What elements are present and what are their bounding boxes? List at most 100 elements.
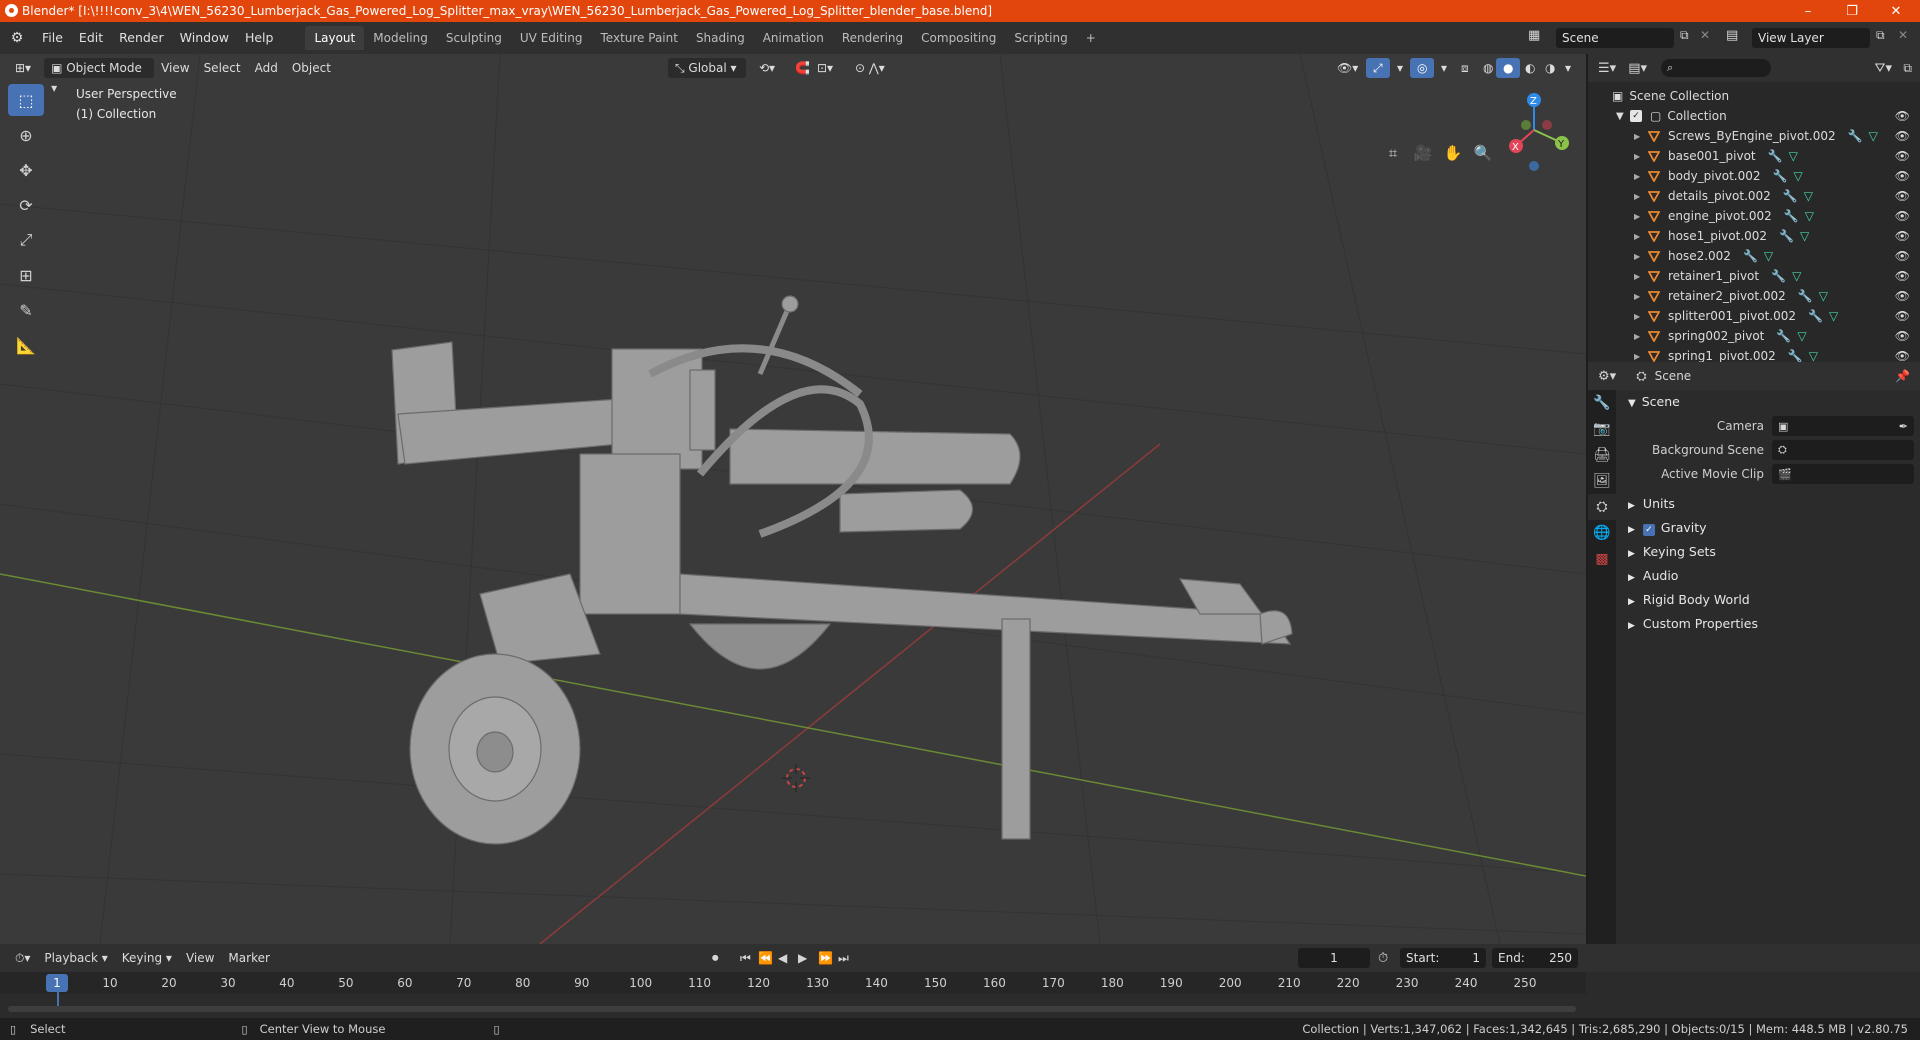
new-scene-icon[interactable]: ⧉ [1680, 28, 1689, 43]
menu-marker[interactable]: Marker [221, 948, 276, 968]
collapse-arrow-icon[interactable]: ▼ [1616, 111, 1630, 122]
output-tab-icon[interactable]: 🖨 [1588, 442, 1616, 468]
visibility-eye-icon[interactable]: 👁 [1895, 109, 1910, 123]
mode-selector[interactable]: ▣ Object Mode ▾ [44, 58, 155, 95]
expand-arrow-icon[interactable]: ▶ [1634, 192, 1648, 201]
subpanel-units[interactable]: ▶ Units [1620, 492, 1914, 516]
visibility-eye-icon[interactable]: 👁 [1895, 149, 1910, 163]
outliner-item[interactable]: ▶ splitter001_pivot.002 🔧 ▽ 👁 [1588, 306, 1920, 326]
outliner-item[interactable]: ▶ retainer1_pivot 🔧 ▽ 👁 [1588, 266, 1920, 286]
3d-viewport[interactable]: ⊞▾ ▣ Object Mode ▾ View Select Add Objec… [0, 54, 1586, 944]
mesh-data-icon[interactable]: ▽ [1789, 149, 1798, 163]
modifier-wrench-icon[interactable]: 🔧 [1798, 289, 1813, 303]
outliner-search-input[interactable]: ⌕ [1661, 59, 1771, 77]
visibility-eye-icon[interactable]: 👁 [1895, 169, 1910, 183]
visibility-eye-icon[interactable]: 👁 [1895, 349, 1910, 362]
select-box-tool-icon[interactable]: ⬚ [8, 84, 44, 116]
menu-edit[interactable]: Edit [71, 27, 111, 49]
prev-keyframe-button[interactable]: ⏪ [758, 951, 773, 965]
scene-selector[interactable]: Scene [1556, 28, 1674, 48]
visibility-eye-icon[interactable]: 👁 [1895, 189, 1910, 203]
play-reverse-button[interactable]: ◀ [778, 951, 787, 965]
outliner-item[interactable]: ▶ engine_pivot.002 🔧 ▽ 👁 [1588, 206, 1920, 226]
new-collection-icon[interactable]: ⧉ [1903, 61, 1912, 76]
visibility-eye-icon[interactable]: 👁 [1895, 249, 1910, 263]
tab-modeling[interactable]: Modeling [364, 26, 437, 50]
tab-compositing[interactable]: Compositing [912, 26, 1005, 50]
properties-editor-type-icon[interactable]: ⚙▾ [1598, 369, 1616, 384]
timeline-editor-type-icon[interactable]: ⏱▾ [8, 948, 37, 968]
snap-target-icon[interactable]: ⊡▾ [810, 58, 840, 78]
mesh-data-icon[interactable]: ▽ [1804, 189, 1813, 203]
new-view-layer-icon[interactable]: ⧉ [1876, 28, 1885, 43]
frame-ruler[interactable]: 1 10 20 30 40 50 60 70 80 90 100 110 120 130 140 150 160… [0, 972, 1586, 1006]
world-tab-icon[interactable]: 🌐 [1588, 520, 1616, 546]
add-workspace-button[interactable]: + [1077, 26, 1105, 50]
subpanel-keying-sets[interactable]: ▶ Keying Sets [1620, 540, 1914, 564]
mesh-data-icon[interactable]: ▽ [1797, 329, 1806, 343]
blender-menu-icon[interactable]: ⚙ [0, 30, 34, 46]
visibility-eye-icon[interactable]: 👁 [1895, 129, 1910, 143]
scale-tool-icon[interactable]: ⤢ [8, 224, 44, 256]
expand-arrow-icon[interactable]: ▶ [1634, 232, 1648, 241]
modifier-wrench-icon[interactable]: 🔧 [1779, 229, 1794, 243]
timeline-scrollbar[interactable] [8, 1006, 1576, 1012]
mesh-data-icon[interactable]: ▽ [1792, 269, 1801, 283]
subpanel-gravity[interactable]: ▶ ✓ Gravity [1620, 516, 1914, 540]
expand-arrow-icon[interactable]: ▶ [1634, 312, 1648, 321]
mesh-data-icon[interactable]: ▽ [1805, 209, 1814, 223]
tab-scripting[interactable]: Scripting [1005, 26, 1076, 50]
mesh-data-icon[interactable]: ▽ [1819, 289, 1828, 303]
mesh-data-icon[interactable]: ▽ [1764, 249, 1773, 263]
proportional-edit-icon[interactable]: ⊙ ⋀▾ [848, 58, 892, 78]
expand-arrow-icon[interactable]: ▶ [1634, 172, 1648, 181]
measure-tool-icon[interactable]: 📐 [8, 329, 44, 361]
menu-window[interactable]: Window [172, 27, 237, 49]
jump-end-button[interactable]: ⏭ [838, 951, 849, 966]
visibility-icon[interactable]: 👁▾ [1330, 58, 1365, 78]
menu-render[interactable]: Render [111, 27, 172, 49]
gizmo-dropdown-icon[interactable]: ▾ [1390, 58, 1410, 78]
modifier-wrench-icon[interactable]: 🔧 [1784, 209, 1799, 223]
menu-timeline-view[interactable]: View [179, 948, 221, 968]
restore-button[interactable]: ❐ [1830, 0, 1874, 22]
outliner-item[interactable]: ▶ Screws_ByEngine_pivot.002 🔧 ▽ 👁 [1588, 126, 1920, 146]
tab-animation[interactable]: Animation [754, 26, 833, 50]
subpanel-custom-properties[interactable]: ▶ Custom Properties [1620, 612, 1914, 636]
tool-tab-icon[interactable]: 🔧 [1588, 390, 1616, 416]
scene-tab-icon[interactable]: ⛭ [1588, 494, 1616, 520]
mesh-data-icon[interactable]: ▽ [1793, 169, 1802, 183]
cursor-tool-icon[interactable]: ⊕ [8, 119, 44, 151]
play-button[interactable]: ▶ [798, 951, 807, 965]
transform-tool-icon[interactable]: ⊞ [8, 259, 44, 291]
pivot-icon[interactable]: ⟲▾ [752, 58, 782, 78]
outliner-item[interactable]: ▶ details_pivot.002 🔧 ▽ 👁 [1588, 186, 1920, 206]
modifier-wrench-icon[interactable]: 🔧 [1771, 269, 1786, 283]
visibility-eye-icon[interactable]: 👁 [1895, 229, 1910, 243]
mesh-data-icon[interactable]: ▽ [1809, 349, 1818, 362]
outliner-item[interactable]: ▶ hose1_pivot.002 🔧 ▽ 👁 [1588, 226, 1920, 246]
tab-rendering[interactable]: Rendering [833, 26, 912, 50]
overlays-toggle-icon[interactable]: ◎ [1410, 58, 1435, 78]
tab-layout[interactable]: Layout [305, 26, 365, 50]
visibility-eye-icon[interactable]: 👁 [1895, 289, 1910, 303]
visibility-eye-icon[interactable]: 👁 [1895, 269, 1910, 283]
outliner-item[interactable]: ▶ spring002_pivot 🔧 ▽ 👁 [1588, 326, 1920, 346]
visibility-eye-icon[interactable]: 👁 [1895, 209, 1910, 223]
modifier-wrench-icon[interactable]: 🔧 [1848, 129, 1863, 143]
close-button[interactable]: ✕ [1874, 0, 1918, 22]
toggle-grid-icon[interactable]: ⌗ [1380, 140, 1406, 166]
pin-icon[interactable]: 📌 [1895, 369, 1910, 383]
rotate-tool-icon[interactable]: ⟳ [8, 189, 44, 221]
scene-panel-header[interactable]: ▼ Scene [1620, 390, 1914, 414]
outliner-item[interactable]: ▶ spring1_pivot.002 🔧 ▽ 👁 [1588, 346, 1920, 362]
modifier-wrench-icon[interactable]: 🔧 [1788, 349, 1803, 362]
modifier-wrench-icon[interactable]: 🔧 [1773, 169, 1788, 183]
menu-keying[interactable]: Keying ▾ [115, 948, 179, 968]
gizmo-toggle-icon[interactable]: ⤢ [1366, 58, 1390, 78]
move-tool-icon[interactable]: ✥ [8, 154, 44, 186]
subpanel-audio[interactable]: ▶ Audio [1620, 564, 1914, 588]
outliner-item[interactable]: ▶ hose2.002 🔧 ▽ 👁 [1588, 246, 1920, 266]
mesh-data-icon[interactable]: ▽ [1800, 229, 1809, 243]
gravity-checkbox[interactable]: ✓ [1642, 524, 1655, 536]
